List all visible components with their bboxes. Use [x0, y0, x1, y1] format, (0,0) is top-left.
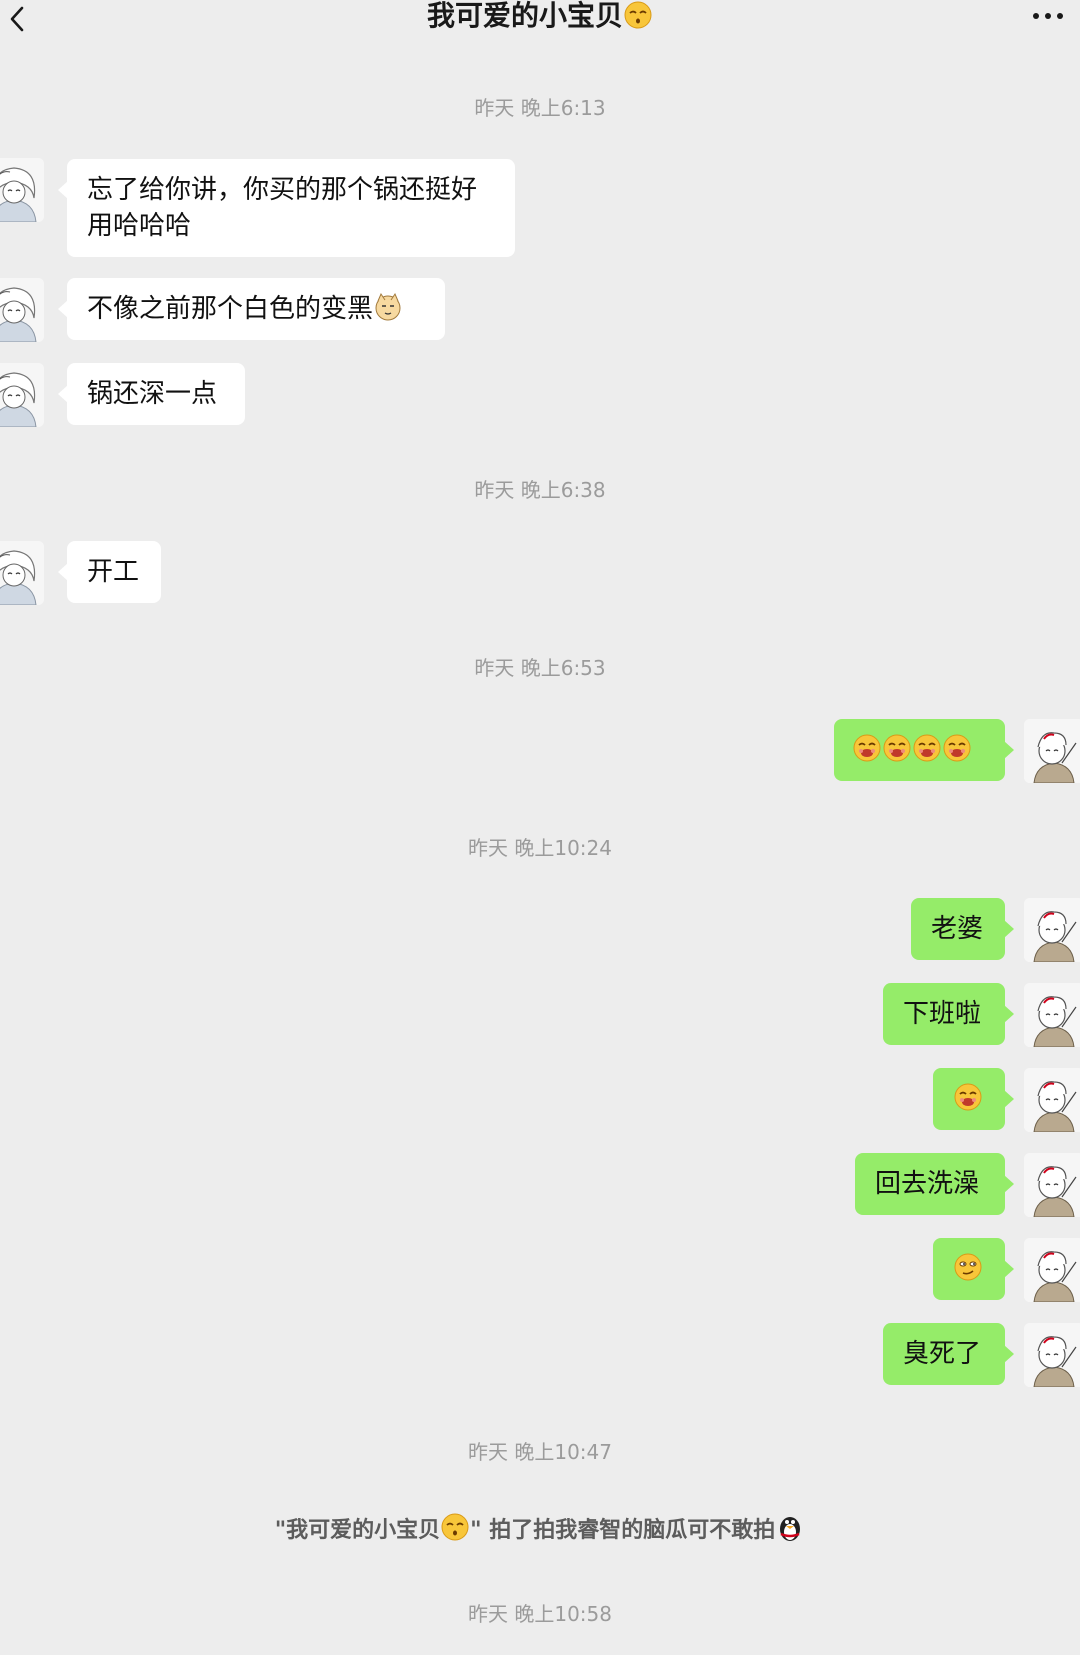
timestamp: 昨天 晚上10:24	[468, 836, 612, 860]
avatar-contact[interactable]	[0, 158, 44, 222]
message-bubble-incoming[interactable]: 开工	[58, 541, 161, 603]
avatar-contact[interactable]	[0, 363, 44, 427]
message-text: 不像之前那个白色的变黑	[87, 294, 374, 324]
timestamp: 昨天 晚上6:53	[474, 656, 606, 680]
message-text: 下班啦	[903, 999, 982, 1029]
giggle-face-icon	[943, 734, 971, 762]
avatar-self[interactable]	[1024, 719, 1080, 783]
message-text: 回去洗澡	[875, 1169, 980, 1199]
message-bubble-outgoing[interactable]: 下班啦	[883, 983, 1014, 1045]
message-bubble-incoming[interactable]: 锅还深一点	[58, 363, 245, 425]
pat-system-message[interactable]: "我可爱的小宝贝 " 拍了拍我睿智的脑瓜可不敢拍	[0, 1512, 1080, 1544]
more-dots-icon[interactable]	[1028, 6, 1068, 26]
kissing-face-icon	[624, 1, 652, 29]
avatar-self[interactable]	[1024, 1238, 1080, 1302]
timestamp: 昨天 晚上6:38	[474, 478, 606, 502]
pat-suffix: " 拍了拍我睿智的脑瓜可不敢拍	[470, 1518, 776, 1543]
kissing-face-icon	[441, 1513, 470, 1541]
avatar-self[interactable]	[1024, 1068, 1080, 1132]
message-bubble-outgoing[interactable]	[933, 1068, 1014, 1130]
giggle-face-icon	[883, 734, 911, 762]
timestamp: 昨天 晚上10:58	[468, 1602, 612, 1626]
chat-title: 我可爱的小宝贝	[0, 0, 1080, 34]
message-bubble-outgoing[interactable]	[834, 719, 1014, 781]
penguin-icon	[779, 1515, 802, 1542]
giggle-face-icon	[913, 734, 941, 762]
pat-prefix: "我可爱的小宝贝	[274, 1518, 441, 1543]
giggle-face-icon	[954, 1083, 982, 1111]
timestamp: 昨天 晚上6:13	[474, 96, 606, 120]
message-text: 锅还深一点	[87, 379, 218, 409]
avatar-contact[interactable]	[0, 541, 44, 605]
avatar-self[interactable]	[1024, 898, 1080, 962]
message-text: 臭死了	[903, 1339, 982, 1369]
avatar-self[interactable]	[1024, 983, 1080, 1047]
message-bubble-outgoing[interactable]: 臭死了	[883, 1323, 1014, 1385]
chat-header: 我可爱的小宝贝	[0, 0, 1080, 52]
message-text: 开工	[87, 557, 140, 587]
avatar-contact[interactable]	[0, 278, 44, 342]
giggle-face-icon	[853, 734, 881, 762]
avatar-self[interactable]	[1024, 1323, 1080, 1387]
timestamp: 昨天 晚上10:47	[468, 1440, 612, 1464]
cat-face-icon	[375, 293, 401, 321]
message-bubble-incoming[interactable]: 忘了给你讲，你买的那个锅还挺好用哈哈哈	[58, 159, 515, 257]
avatar-self[interactable]	[1024, 1153, 1080, 1217]
message-bubble-incoming[interactable]: 不像之前那个白色的变黑	[58, 278, 445, 340]
chat-title-text: 我可爱的小宝贝	[426, 0, 623, 32]
message-bubble-outgoing[interactable]	[933, 1238, 1014, 1300]
message-text: 老婆	[931, 914, 984, 944]
message-bubble-outgoing[interactable]: 回去洗澡	[855, 1153, 1014, 1215]
message-bubble-outgoing[interactable]: 老婆	[911, 898, 1014, 960]
smirk-face-icon	[954, 1253, 982, 1281]
message-text: 忘了给你讲，你买的那个锅还挺好用哈哈哈	[87, 175, 478, 241]
